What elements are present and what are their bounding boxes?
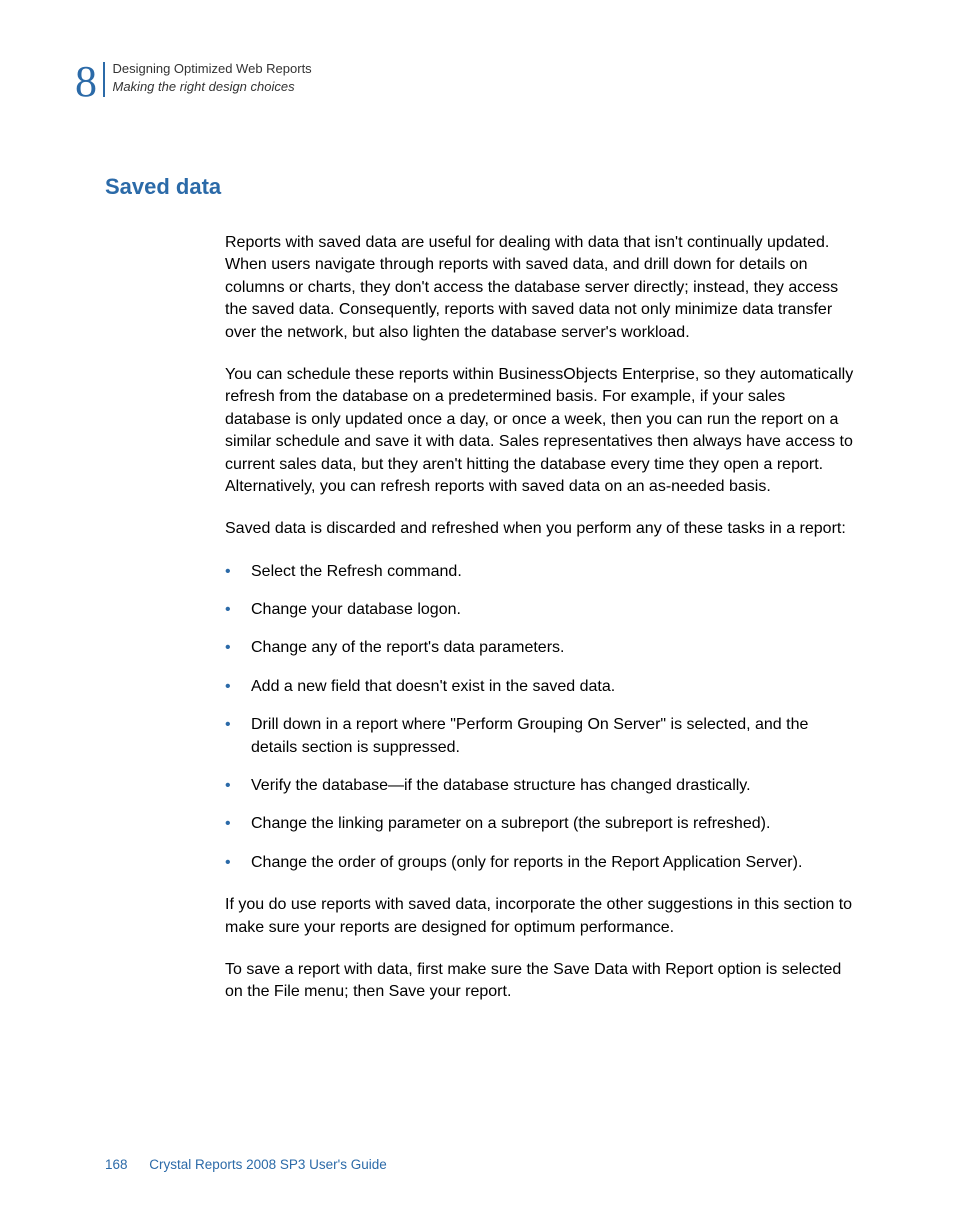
- list-item: Change the order of groups (only for rep…: [225, 852, 854, 874]
- page-container: 8 Designing Optimized Web Reports Making…: [0, 0, 954, 1227]
- header-text-block: Designing Optimized Web Reports Making t…: [113, 60, 312, 95]
- paragraph-1: Reports with saved data are useful for d…: [225, 232, 854, 344]
- list-item: Change your database logon.: [225, 599, 854, 621]
- paragraph-5: To save a report with data, first make s…: [225, 959, 854, 1004]
- header-divider: [103, 62, 105, 97]
- guide-name: Crystal Reports 2008 SP3 User's Guide: [149, 1157, 386, 1172]
- paragraph-3: Saved data is discarded and refreshed wh…: [225, 518, 854, 540]
- list-item: Verify the database—if the database stru…: [225, 775, 854, 797]
- paragraph-2: You can schedule these reports within Bu…: [225, 364, 854, 498]
- section-title: Making the right design choices: [113, 78, 312, 96]
- list-item: Change any of the report's data paramete…: [225, 637, 854, 659]
- list-item: Add a new field that doesn't exist in th…: [225, 676, 854, 698]
- paragraph-4: If you do use reports with saved data, i…: [225, 894, 854, 939]
- list-item: Drill down in a report where "Perform Gr…: [225, 714, 854, 759]
- content-area: Reports with saved data are useful for d…: [225, 232, 854, 1004]
- bullet-list: Select the Refresh command. Change your …: [225, 561, 854, 875]
- page-footer: 168 Crystal Reports 2008 SP3 User's Guid…: [105, 1157, 387, 1172]
- page-number: 168: [105, 1157, 128, 1172]
- section-heading: Saved data: [105, 174, 864, 200]
- list-item: Select the Refresh command.: [225, 561, 854, 583]
- page-header: 8 Designing Optimized Web Reports Making…: [75, 60, 864, 104]
- chapter-number: 8: [75, 60, 97, 104]
- chapter-title: Designing Optimized Web Reports: [113, 60, 312, 78]
- list-item: Change the linking parameter on a subrep…: [225, 813, 854, 835]
